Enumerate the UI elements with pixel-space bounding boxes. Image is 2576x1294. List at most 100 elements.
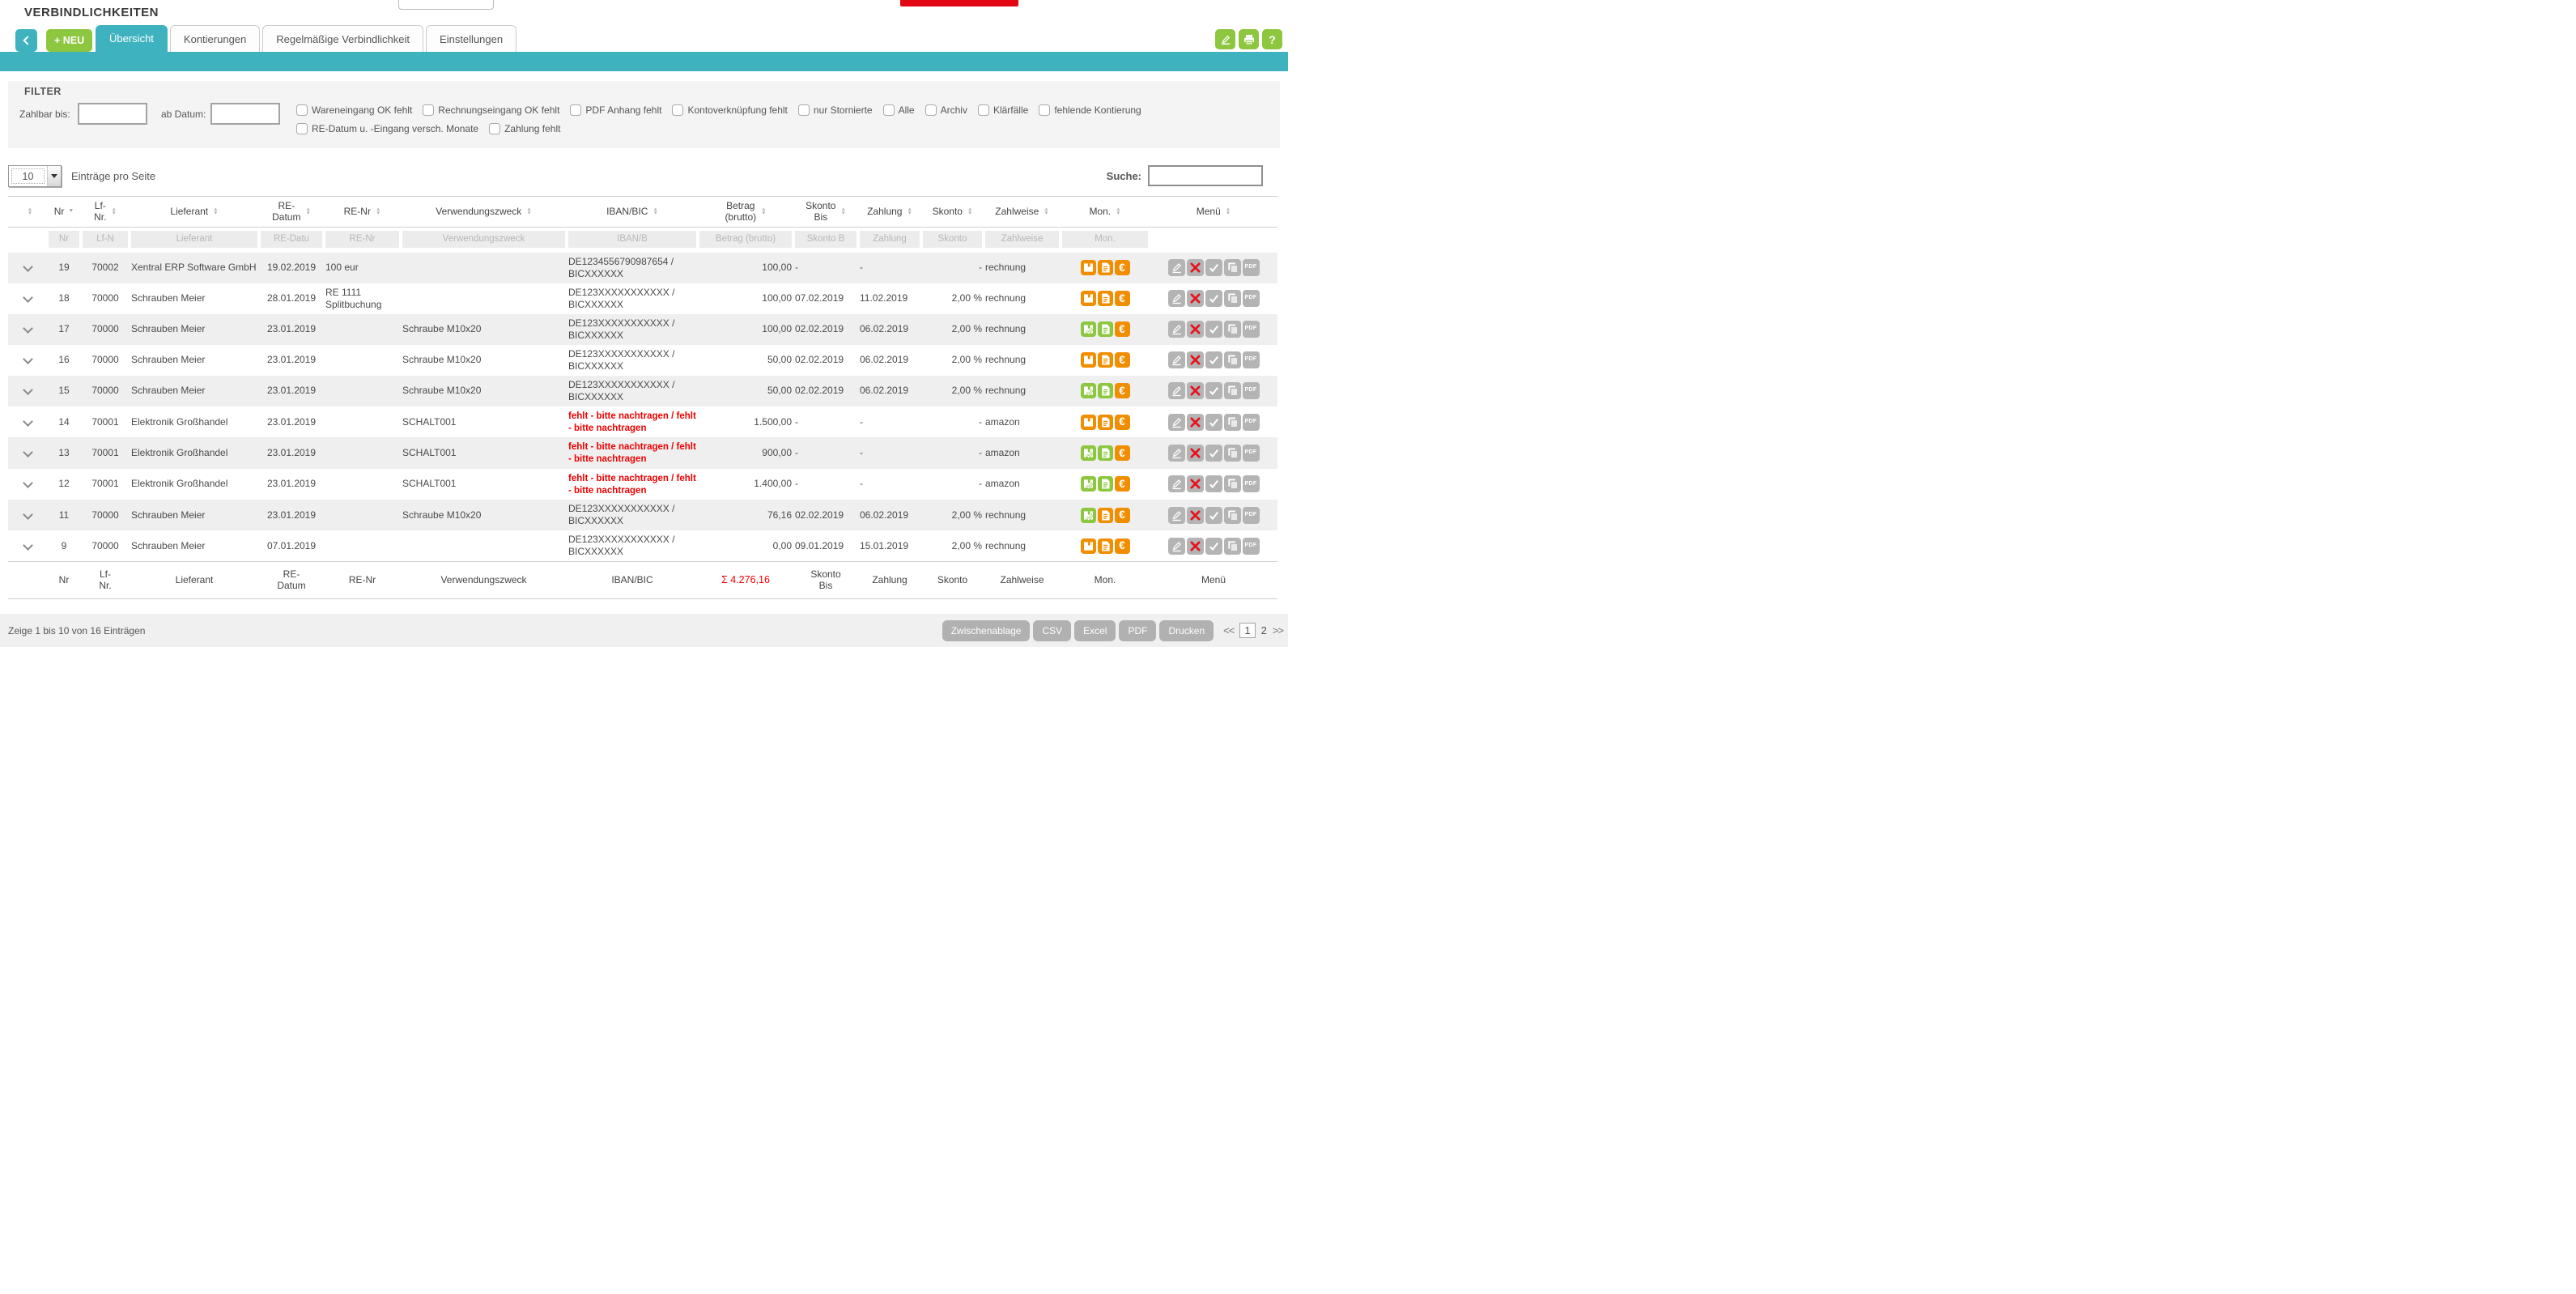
expand-chevron-icon[interactable] xyxy=(23,447,33,458)
edit-pencil-button[interactable] xyxy=(1215,29,1235,49)
bearbeiten-button[interactable] xyxy=(1168,445,1185,462)
column-filter-input-iban[interactable] xyxy=(568,231,696,248)
zahlung-euro-icon[interactable]: € xyxy=(1115,476,1130,492)
expand-chevron-icon[interactable] xyxy=(23,509,33,520)
freigeben-button[interactable] xyxy=(1205,321,1222,338)
checkbox-icon[interactable] xyxy=(296,123,308,134)
rechnungseingang-status-icon[interactable] xyxy=(1098,538,1113,554)
column-filter-input-redatum[interactable] xyxy=(261,231,322,248)
freigeben-button[interactable] xyxy=(1205,445,1222,462)
bearbeiten-button[interactable] xyxy=(1168,382,1185,399)
zahlung-euro-icon[interactable]: € xyxy=(1115,260,1130,275)
kopieren-button[interactable] xyxy=(1224,538,1241,555)
column-header-skonto[interactable]: Skonto▲▼ xyxy=(921,197,984,228)
rechnungseingang-status-icon[interactable] xyxy=(1098,508,1113,523)
pagination-page-2[interactable]: 2 xyxy=(1261,624,1267,636)
rechnungseingang-status-icon[interactable] xyxy=(1098,291,1113,306)
tab-übersicht[interactable]: Übersicht xyxy=(96,25,168,71)
pdf-button[interactable]: PDF xyxy=(1243,321,1260,338)
zahlung-euro-icon[interactable]: € xyxy=(1115,415,1130,430)
bearbeiten-button[interactable] xyxy=(1168,290,1185,307)
column-header-zahlweise[interactable]: Zahlweise▲▼ xyxy=(984,197,1061,228)
column-header-mon[interactable]: Mon.▲▼ xyxy=(1061,197,1150,228)
sort-both-icon[interactable]: ▲▼ xyxy=(213,207,218,216)
search-input[interactable] xyxy=(1148,165,1263,186)
print-button[interactable] xyxy=(1239,29,1259,49)
expand-chevron-icon[interactable] xyxy=(23,540,33,551)
checkbox-icon[interactable] xyxy=(883,104,895,116)
column-header-zahlung[interactable]: Zahlung▲▼ xyxy=(858,197,921,228)
filter-checkbox-zahlung-fehlt[interactable]: Zahlung fehlt xyxy=(489,123,560,134)
rechnungseingang-status-icon[interactable] xyxy=(1098,445,1113,461)
column-header-nr[interactable]: Nr▼ xyxy=(47,197,81,228)
filter-checkbox-nur-stornierte[interactable]: nur Stornierte xyxy=(798,104,873,116)
freigeben-button[interactable] xyxy=(1205,507,1222,524)
column-header-renr[interactable]: RE-Nr▲▼ xyxy=(324,197,401,228)
wareneingang-status-icon[interactable] xyxy=(1081,476,1096,492)
filter-checkbox-pdf-anhang-fehlt[interactable]: PDF Anhang fehlt xyxy=(570,104,661,116)
checkbox-icon[interactable] xyxy=(423,104,434,116)
sort-both-icon[interactable]: ▲▼ xyxy=(967,207,972,216)
stornieren-button[interactable] xyxy=(1187,259,1204,276)
bearbeiten-button[interactable] xyxy=(1168,538,1185,555)
freigeben-button[interactable] xyxy=(1205,538,1222,555)
filter-checkbox-kontoverknüpfung-fehlt[interactable]: Kontoverknüpfung fehlt xyxy=(672,104,787,116)
sort-both-icon[interactable]: ▲▼ xyxy=(111,207,116,216)
filter-checkbox-klärfälle[interactable]: Klärfälle xyxy=(978,104,1028,116)
pagination-page-1[interactable]: 1 xyxy=(1239,623,1255,638)
sort-both-icon[interactable]: ▲▼ xyxy=(1116,207,1120,216)
checkbox-icon[interactable] xyxy=(798,104,810,116)
zahlung-euro-icon[interactable]: € xyxy=(1115,383,1130,398)
column-header-expand[interactable]: ▲▼ xyxy=(8,197,47,228)
chevron-down-icon[interactable] xyxy=(47,166,61,186)
kopieren-button[interactable] xyxy=(1224,351,1241,368)
ab-datum-input[interactable] xyxy=(210,103,280,125)
sort-desc-icon[interactable]: ▼ xyxy=(68,208,74,215)
zahlung-euro-icon[interactable]: € xyxy=(1115,445,1130,461)
bearbeiten-button[interactable] xyxy=(1168,321,1185,338)
pdf-button[interactable]: PDF xyxy=(1243,507,1260,524)
freigeben-button[interactable] xyxy=(1205,290,1222,307)
freigeben-button[interactable] xyxy=(1205,475,1222,492)
pdf-button[interactable]: PDF xyxy=(1243,445,1260,462)
rechnungseingang-status-icon[interactable] xyxy=(1098,476,1113,492)
help-button[interactable]: ? xyxy=(1262,29,1282,49)
filter-checkbox-re-datum-u-eingang-versch-monate[interactable]: RE-Datum u. -Eingang versch. Monate xyxy=(296,123,478,134)
rechnungseingang-status-icon[interactable] xyxy=(1098,321,1113,337)
pagination-prev[interactable]: << xyxy=(1223,624,1234,636)
sort-both-icon[interactable]: ▲▼ xyxy=(1226,207,1231,216)
kopieren-button[interactable] xyxy=(1224,507,1241,524)
pdf-button[interactable]: PDF xyxy=(1243,290,1260,307)
pagination-next[interactable]: >> xyxy=(1273,624,1283,636)
column-header-redatum[interactable]: RE- Datum▲▼ xyxy=(259,197,324,228)
pdf-button[interactable]: PDF xyxy=(1243,351,1260,368)
filter-checkbox-rechnungseingang-ok-fehlt[interactable]: Rechnungseingang OK fehlt xyxy=(423,104,559,116)
filter-checkbox-fehlende-kontierung[interactable]: fehlende Kontierung xyxy=(1039,104,1141,116)
pdf-button[interactable]: PDF xyxy=(1243,259,1260,276)
rechnungseingang-status-icon[interactable] xyxy=(1098,260,1113,275)
column-filter-input-zahlweise[interactable] xyxy=(985,231,1059,248)
stornieren-button[interactable] xyxy=(1187,538,1204,555)
zahlung-euro-icon[interactable]: € xyxy=(1115,352,1130,368)
zahlung-euro-icon[interactable]: € xyxy=(1115,291,1130,306)
pdf-button[interactable]: PDF xyxy=(1243,382,1260,399)
pdf-button[interactable]: PDF xyxy=(1243,475,1260,492)
column-filter-input-skontobis[interactable] xyxy=(795,231,857,248)
column-header-iban[interactable]: IBAN/BIC▲▼ xyxy=(567,197,698,228)
column-header-lieferant[interactable]: Lieferant▲▼ xyxy=(130,197,259,228)
column-filter-input-nr[interactable] xyxy=(49,231,79,248)
expand-chevron-icon[interactable] xyxy=(23,262,33,272)
column-filter-input-mon[interactable] xyxy=(1062,231,1148,248)
new-button[interactable]: + NEU xyxy=(46,29,92,52)
rechnungseingang-status-icon[interactable] xyxy=(1098,415,1113,430)
export-button-drucken[interactable]: Drucken xyxy=(1159,620,1214,641)
zahlung-euro-icon[interactable]: € xyxy=(1115,321,1130,337)
sort-both-icon[interactable]: ▲▼ xyxy=(526,207,531,216)
bearbeiten-button[interactable] xyxy=(1168,507,1185,524)
pdf-button[interactable]: PDF xyxy=(1243,538,1260,555)
checkbox-icon[interactable] xyxy=(925,104,937,116)
expand-chevron-icon[interactable] xyxy=(23,292,33,303)
kopieren-button[interactable] xyxy=(1224,445,1241,462)
checkbox-icon[interactable] xyxy=(489,123,500,134)
wareneingang-status-icon[interactable] xyxy=(1081,508,1096,523)
